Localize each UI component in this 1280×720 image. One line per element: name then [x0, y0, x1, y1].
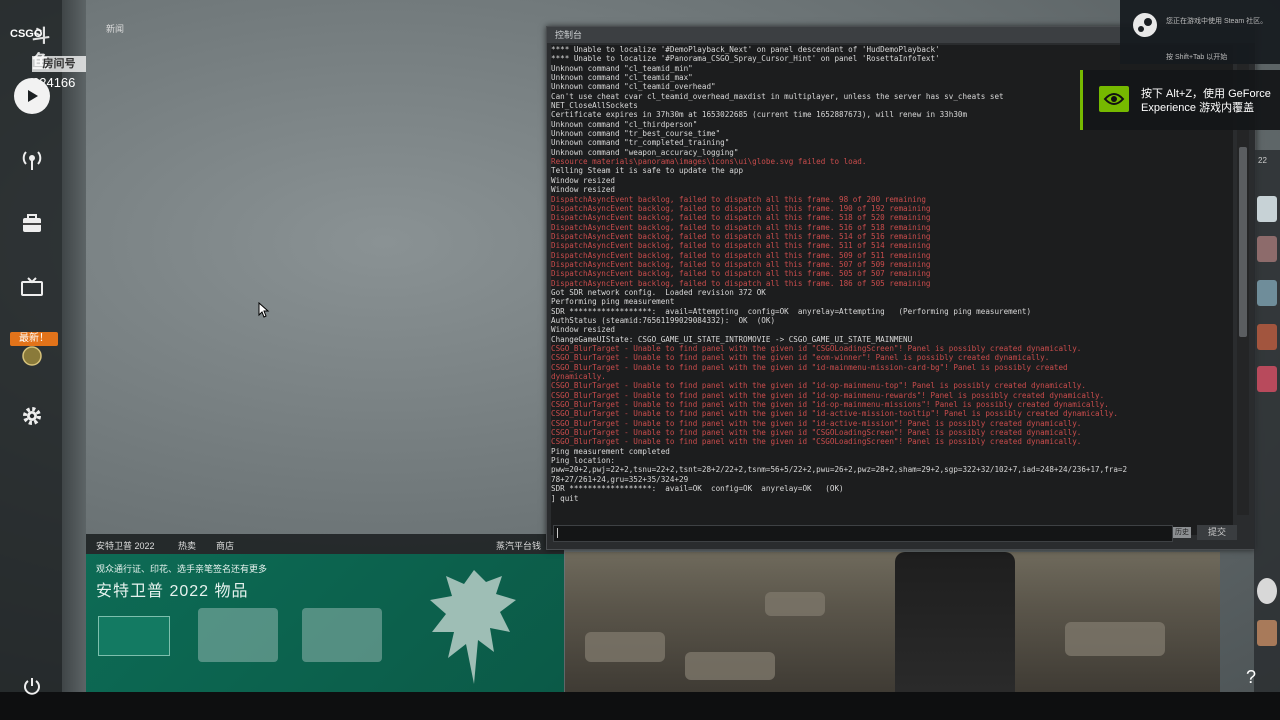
console-line: Unknown command "tr_best_course_time": [551, 129, 721, 139]
history-button[interactable]: 历史: [1173, 527, 1191, 538]
console-line: DispatchAsyncEvent backlog, failed to di…: [551, 194, 926, 204]
console-line: CSGO_BlurTarget - Unable to find panel w…: [551, 390, 1105, 400]
input-caret: [557, 528, 558, 538]
nvidia-message: 按下 Alt+Z，使用 GeForce Experience 游戏内覆盖: [1141, 88, 1271, 114]
tab-antwerp-2022[interactable]: 安特卫普 2022: [96, 539, 155, 552]
console-line: Resource materials\panorama\images\icons…: [551, 157, 867, 167]
friend-avatar[interactable]: [1257, 196, 1277, 222]
mouse-cursor-icon: [258, 302, 270, 318]
left-nav: CSGO 斗鱼 房间号 624166 最新！: [0, 0, 86, 695]
console-line: CSGO_BlurTarget - Unable to find panel w…: [551, 400, 1109, 410]
tab-hot[interactable]: 热卖: [178, 539, 196, 552]
store-tabs: 安特卫普 2022 热卖 商店 蒸汽平台钱: [86, 534, 564, 554]
console-line: 78+27/261+24,gru=352+35/324+29: [551, 474, 689, 484]
console-line: DispatchAsyncEvent backlog, failed to di…: [551, 203, 931, 213]
play-icon: [28, 90, 38, 102]
antwerp-lion-icon: [430, 570, 516, 684]
console-line: DispatchAsyncEvent backlog, failed to di…: [551, 250, 931, 260]
console-line: CSGO_BlurTarget - Unable to find panel w…: [551, 353, 1050, 363]
room-label: 房间号: [32, 56, 86, 72]
steam-overlay-line1: 您正在游戏中使用 Steam 社区。: [1166, 18, 1268, 25]
console-line: DispatchAsyncEvent backlog, failed to di…: [551, 213, 931, 223]
friend-avatar[interactable]: [1257, 620, 1277, 646]
background-wall: [62, 0, 86, 692]
console-line: pww=20+2,pwj=22+2,tsnu=22+2,tsnt=28+2/22…: [551, 465, 1128, 475]
console-line: CSGO_BlurTarget - Unable to find panel w…: [551, 428, 1082, 438]
broadcast-button[interactable]: [16, 144, 48, 176]
taskbar-strip: [0, 692, 1280, 720]
inventory-icon: [23, 214, 41, 232]
console-line: SDR ******************: avail=Attempting…: [551, 306, 1032, 316]
tab-steam-wallet[interactable]: 蒸汽平台钱: [496, 539, 541, 552]
console-input[interactable]: [553, 525, 1173, 542]
console-line: CSGO_BlurTarget - Unable to find panel w…: [551, 362, 1068, 372]
power-button[interactable]: [16, 670, 48, 702]
operation-button[interactable]: [16, 340, 48, 372]
broadcast-icon: [22, 151, 42, 170]
friend-avatar[interactable]: [1257, 578, 1277, 604]
console-line: DispatchAsyncEvent backlog, failed to di…: [551, 241, 931, 251]
scene-bottom: [565, 552, 1220, 692]
friend-avatar[interactable]: [1257, 236, 1277, 262]
news-tab[interactable]: 新闻: [106, 22, 124, 35]
friend-avatar[interactable]: [1257, 280, 1277, 306]
player-model: [895, 552, 1015, 692]
viewer-pass-card: [98, 616, 170, 656]
console-line: CSGO_BlurTarget - Unable to find panel w…: [551, 409, 1118, 419]
console-line: DispatchAsyncEvent backlog, failed to di…: [551, 222, 931, 232]
friend-avatar[interactable]: [1257, 324, 1277, 350]
help-button[interactable]: ?: [1240, 666, 1262, 688]
console-line: Window resized: [551, 185, 616, 195]
friend-avatar[interactable]: [1257, 366, 1277, 392]
gear-icon: [23, 407, 41, 425]
console-line: DispatchAsyncEvent backlog, failed to di…: [551, 269, 931, 279]
console-line: Window resized: [551, 325, 616, 335]
store-subtitle: 观众通行证、印花、选手亲笔签名还有更多: [96, 564, 268, 574]
console-line: Telling Steam it is safe to update the a…: [551, 166, 744, 176]
console-line: ChangeGameUIState: CSGO_GAME_UI_STATE_IN…: [551, 334, 913, 344]
tv-icon: [21, 277, 43, 296]
console-line: Unknown command "weapon_accuracy_logging…: [551, 147, 739, 157]
console-line: CSGO_BlurTarget - Unable to find panel w…: [551, 437, 1082, 447]
console-line: CSGO_BlurTarget - Unable to find panel w…: [551, 418, 1082, 428]
console-line: Ping measurement completed: [551, 446, 670, 456]
store-title: 安特卫普 2022 物品: [96, 583, 249, 600]
store-banner[interactable]: 观众通行证、印花、选手亲笔签名还有更多 安特卫普 2022 物品: [86, 554, 564, 692]
right-sidebar: 22: [1254, 150, 1280, 692]
console-line: DispatchAsyncEvent backlog, failed to di…: [551, 278, 931, 288]
console-line: CSGO_BlurTarget - Unable to find panel w…: [551, 344, 1082, 353]
steam-overlay-notice: 您正在游戏中使用 Steam 社区。 按 Shift+Tab 以开始: [1120, 0, 1280, 64]
console-line: ] quit: [551, 493, 579, 503]
console-line: DispatchAsyncEvent backlog, failed to di…: [551, 231, 931, 241]
console-line: CSGO_BlurTarget - Unable to find panel w…: [551, 381, 1086, 391]
play-button[interactable]: [14, 78, 50, 114]
console-line: Got SDR network config. Loaded revision …: [551, 287, 766, 297]
submit-button[interactable]: 提交: [1197, 525, 1237, 540]
tab-store[interactable]: 商店: [216, 539, 234, 552]
friends-count: 22: [1258, 156, 1267, 165]
console-scroll-thumb[interactable]: [1239, 147, 1247, 337]
console-line: AuthStatus (steamid:76561199029084332): …: [551, 315, 776, 325]
console-line: Window resized: [551, 175, 616, 185]
power-icon: [24, 678, 40, 695]
watch-button[interactable]: [16, 272, 48, 304]
sticker-capsule-2: [302, 608, 382, 662]
settings-button[interactable]: [16, 400, 48, 432]
console-line: dynamically.: [551, 372, 606, 382]
console-line: Ping location:: [551, 456, 616, 466]
inventory-button[interactable]: [16, 208, 48, 240]
console-line: Unknown command "tr_completed_training": [551, 138, 730, 148]
console-line: Performing ping measurement: [551, 297, 675, 307]
sticker-capsule-1: [198, 608, 278, 662]
console-line: SDR ******************: avail=OK config=…: [551, 484, 844, 494]
steam-overlay-line2: 按 Shift+Tab 以开始: [1166, 54, 1228, 61]
nvidia-notice: 按下 Alt+Z，使用 GeForce Experience 游戏内覆盖: [1080, 70, 1280, 130]
console-line: DispatchAsyncEvent backlog, failed to di…: [551, 259, 931, 269]
operation-icon: [22, 346, 42, 366]
nvidia-icon: [1099, 86, 1129, 112]
steam-icon: [1133, 13, 1157, 37]
